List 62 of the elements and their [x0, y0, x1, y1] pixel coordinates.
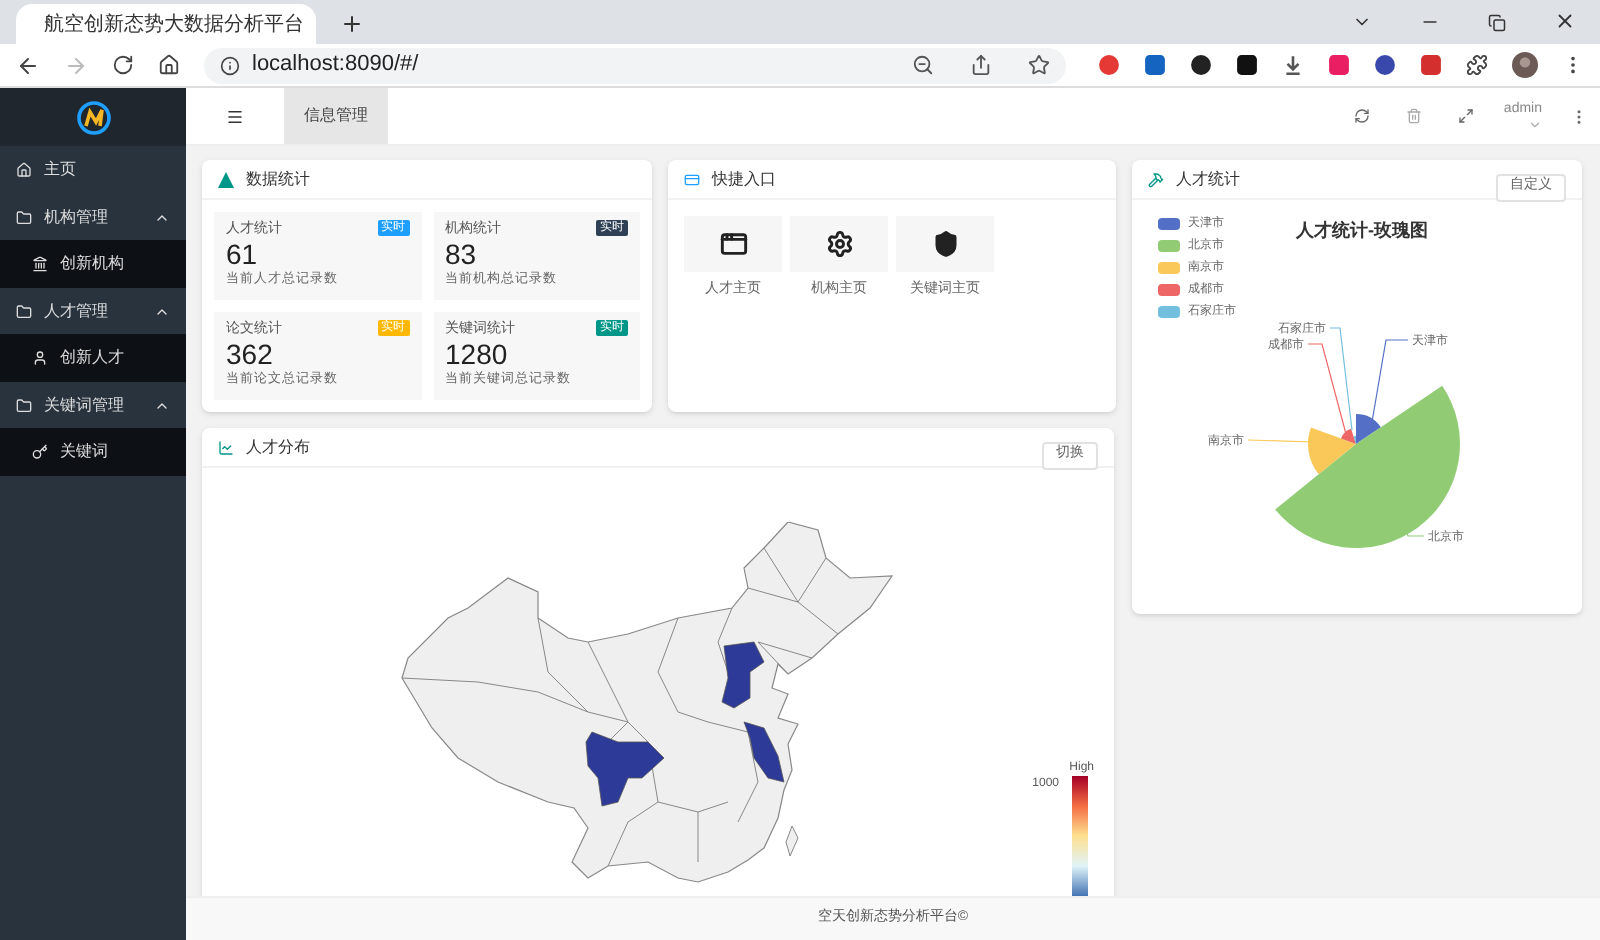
- sidebar-group[interactable]: 关键词管理: [0, 382, 186, 428]
- header-tab[interactable]: 信息管理: [284, 88, 388, 144]
- home-icon[interactable]: [158, 54, 180, 76]
- bookmark-icon[interactable]: [1028, 54, 1050, 76]
- window-icon: [719, 230, 747, 258]
- sidebar-group[interactable]: 机构管理: [0, 194, 186, 240]
- info-icon[interactable]: [220, 55, 240, 75]
- folder-icon: [16, 397, 32, 413]
- menu-icon[interactable]: [226, 107, 244, 125]
- refresh-icon[interactable]: [1353, 108, 1370, 124]
- extension-icon[interactable]: [1374, 54, 1396, 76]
- folder-icon: [16, 209, 32, 225]
- card-icon: [684, 171, 700, 187]
- new-tab-icon[interactable]: [340, 12, 364, 36]
- caret-icon: [1527, 117, 1542, 131]
- leader-line: [1371, 339, 1409, 423]
- card-title: 人才分布: [246, 435, 310, 459]
- extension-icon[interactable]: [1236, 54, 1258, 76]
- home-icon: [16, 162, 32, 178]
- sidebar-group[interactable]: 人才管理: [0, 288, 186, 334]
- shield-icon: [931, 230, 959, 258]
- back-icon[interactable]: [16, 53, 40, 77]
- tab-title: 航空创新态势大数据分析平台: [44, 11, 304, 39]
- chart-icon: [218, 171, 234, 187]
- restore-icon[interactable]: [1488, 14, 1506, 32]
- sidebar-subitem[interactable]: 关键词: [0, 428, 186, 476]
- stat-value: 1280: [445, 340, 510, 370]
- stat-value: 83: [445, 240, 479, 270]
- folder-icon: [16, 303, 32, 319]
- extensions-icon[interactable]: [1466, 54, 1488, 76]
- card-title: 数据统计: [246, 167, 310, 191]
- card-title: 人才统计: [1176, 167, 1240, 191]
- reload-icon[interactable]: [112, 54, 134, 76]
- stat-value: 61: [226, 240, 260, 270]
- extension-icon[interactable]: [1190, 54, 1212, 76]
- bank-icon: [32, 256, 48, 272]
- sidebar-subitem[interactable]: 创新机构: [0, 240, 186, 288]
- line-chart-icon: [218, 439, 234, 455]
- chart-title: 人才统计-玫瑰图: [1296, 218, 1428, 244]
- hammer-icon: [1148, 171, 1164, 187]
- gears-icon: [825, 230, 853, 258]
- card-title: 快捷入口: [712, 167, 776, 191]
- sidebar-item[interactable]: 主页: [0, 146, 186, 194]
- rose-slice[interactable]: [1356, 414, 1381, 444]
- address-bar[interactable]: localhost:8090/#/: [204, 47, 1066, 83]
- share-icon[interactable]: [970, 54, 992, 76]
- browser-tab[interactable]: 航空创新态势大数据分析平台: [16, 4, 316, 44]
- user-icon: [32, 350, 48, 366]
- rose-slice[interactable]: [1275, 385, 1460, 548]
- leader-line: [1247, 439, 1315, 443]
- color-scale: [1071, 776, 1087, 896]
- fullscreen-icon[interactable]: [1457, 108, 1474, 124]
- sidebar-subitem[interactable]: 创新人才: [0, 334, 186, 382]
- key-icon: [32, 444, 48, 460]
- stat-value: 362: [226, 340, 275, 370]
- close-window-icon[interactable]: [1554, 10, 1576, 32]
- logo-icon: [75, 99, 111, 135]
- extension-icon[interactable]: [1282, 54, 1304, 76]
- url-text: localhost:8090/#/: [252, 50, 419, 81]
- profile-avatar[interactable]: [1512, 52, 1538, 78]
- rose-slice[interactable]: [1308, 427, 1356, 475]
- zoom-icon[interactable]: [912, 54, 934, 76]
